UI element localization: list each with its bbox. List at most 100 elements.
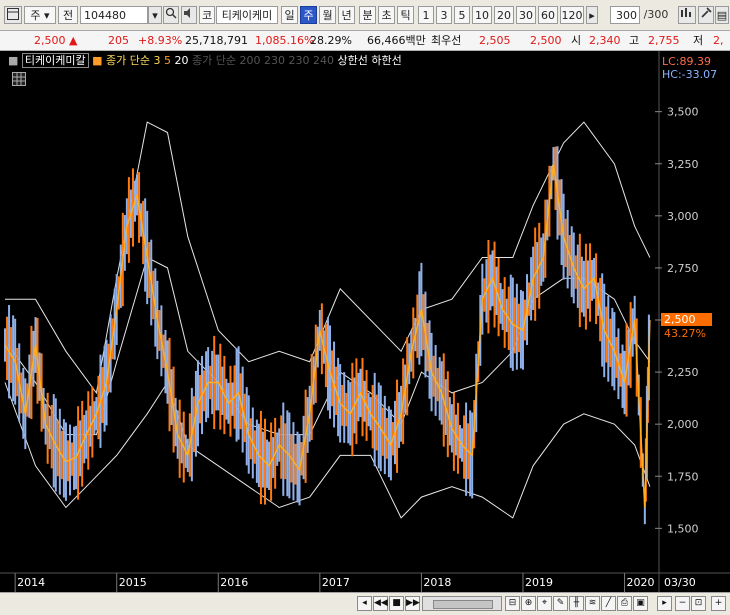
chart-area[interactable]: 3,500 3,250 3,000 2,750 2,500 2,250 2,000 1,750…	[0, 51, 730, 592]
zoom-fit-icon[interactable]: ⊟	[505, 596, 520, 611]
period-month[interactable]: 월	[319, 6, 336, 24]
print-icon[interactable]: ⎙	[617, 596, 632, 611]
legend-ma-label[interactable]: 종가 단순	[106, 54, 150, 67]
y-tick-label: 2,000	[667, 418, 699, 431]
current-price: 2,500	[34, 34, 66, 47]
period-day[interactable]: 일	[281, 6, 298, 24]
trade-amount: 66,466백만	[367, 34, 426, 47]
frame-icon	[7, 8, 19, 20]
magnify-icon[interactable]: ⊕	[521, 596, 536, 611]
legend-ma-3: 3	[153, 54, 161, 67]
legend-lower-limit[interactable]: 하한선	[371, 54, 401, 67]
indicator-settings-icon[interactable]	[678, 6, 696, 24]
drawing-tool-icon[interactable]: ✎	[553, 596, 568, 611]
x-tick-label: 2017	[322, 576, 350, 589]
interval-1[interactable]: 1	[418, 6, 434, 24]
period-year[interactable]: 년	[338, 6, 355, 24]
y-tick-label: 3,000	[667, 210, 699, 223]
y-tick-label: 3,250	[667, 158, 699, 171]
high-label: 고	[629, 34, 640, 47]
interval-120[interactable]: 120	[560, 6, 584, 24]
hc-value: HC:-33.07	[662, 68, 718, 81]
interval-20[interactable]: 20	[494, 6, 514, 24]
prev-page-icon[interactable]: ◀◀	[373, 596, 388, 611]
bottom-toolbar: ◂ ◀◀ ■ ▶▶ ⊟ ⊕ ⌖ ✎ ╫ ≋ ╱ ⎙ ▣ ▸ − ⊡ +	[0, 592, 730, 615]
chart-type-icon[interactable]: ╫	[569, 596, 584, 611]
count-input[interactable]: 300	[610, 6, 640, 24]
count-total: /300	[643, 8, 669, 21]
x-tick-label: 2020	[627, 576, 655, 589]
legend-bullet-ma: ■	[92, 54, 103, 67]
code-value: 104480	[84, 9, 126, 22]
interval-60[interactable]: 60	[538, 6, 558, 24]
legend-stock-name[interactable]: 티케이케미칼	[21, 53, 89, 68]
legend-bullet: ■	[8, 54, 19, 67]
scroll-left-icon[interactable]: ◂	[357, 596, 372, 611]
bid-price: 2,500	[530, 34, 562, 47]
code-dropdown-icon[interactable]: ▾	[148, 6, 162, 24]
lc-value: LC:89.39	[662, 55, 712, 68]
x-tick-label: 2019	[525, 576, 553, 589]
market-value: 주	[30, 9, 41, 22]
speaker-icon[interactable]	[181, 6, 197, 24]
legend-ma-5: 5	[164, 54, 172, 67]
market-select[interactable]: 주 ▾	[24, 6, 56, 24]
priority-label: 최우선	[431, 34, 462, 47]
compare-icon[interactable]: ≋	[585, 596, 600, 611]
change-arrow: ▲	[69, 34, 78, 47]
grid-icon[interactable]	[12, 72, 26, 86]
open-price: 2,340	[589, 34, 621, 47]
zoom-reset-icon[interactable]: ⊡	[691, 596, 706, 611]
interval-30[interactable]: 30	[516, 6, 536, 24]
interval-5[interactable]: 5	[454, 6, 470, 24]
low-label: 저	[693, 34, 704, 47]
next-page-icon[interactable]: ▶▶	[405, 596, 420, 611]
line-tool-icon[interactable]: ╱	[601, 596, 616, 611]
y-tick-label: 1,500	[667, 522, 699, 535]
x-tick-label: 2016	[220, 576, 248, 589]
tools-icon[interactable]	[698, 6, 714, 24]
end-date-label: 03/30	[664, 576, 696, 589]
market-dropdown[interactable]: 전	[58, 6, 78, 24]
zoom-in-icon[interactable]: +	[711, 596, 726, 611]
code-input[interactable]: 104480	[80, 6, 148, 24]
scroll-right-icon[interactable]: ▸	[657, 596, 672, 611]
legend-upper-limit[interactable]: 상한선	[337, 54, 367, 67]
period-week[interactable]: 주	[300, 6, 317, 24]
toolbar: 주 ▾ 전 104480 ▾ 코 티케이케미 일 주 월 년 분 초 틱 1 3…	[0, 0, 730, 31]
y-tick-label: 2,750	[667, 262, 699, 275]
y-tick-label: 1,750	[667, 470, 699, 483]
period-second[interactable]: 초	[378, 6, 395, 24]
zoom-out-icon[interactable]: −	[675, 596, 690, 611]
scrollbar-track[interactable]	[422, 596, 502, 611]
chart-window-icon[interactable]	[4, 6, 22, 24]
x-tick-label: 2015	[119, 576, 147, 589]
legend-ma-20: 20	[174, 54, 189, 67]
ask-price: 2,505	[479, 34, 511, 47]
stop-icon[interactable]: ■	[389, 596, 404, 611]
low-price: 2,	[713, 34, 724, 47]
code-tab[interactable]: 코	[199, 6, 215, 24]
interval-more-icon[interactable]: ▸	[586, 6, 598, 24]
volume: 25,718,791	[185, 34, 248, 47]
high-price: 2,755	[648, 34, 680, 47]
screen-icon[interactable]: ▤	[715, 6, 729, 24]
legend: ■ 티케이케미칼 ■ 종가 단순 3 5 20 종가 단순 200 230 23…	[8, 53, 402, 68]
volume-ratio: 1,085.16%	[255, 34, 315, 47]
search-icon[interactable]	[163, 6, 179, 24]
x-tick-label: 2014	[17, 576, 45, 589]
save-icon[interactable]: ▣	[633, 596, 648, 611]
x-tick-label: 2018	[423, 576, 451, 589]
lc-hc-box: LC:89.39 HC:-33.07	[662, 55, 717, 81]
period-tick[interactable]: 틱	[397, 6, 414, 24]
period-minute[interactable]: 분	[359, 6, 376, 24]
price-chart[interactable]: 3,500 3,250 3,000 2,750 2,500 2,250 2,000 1,750…	[0, 51, 730, 592]
turnover-rate: 28.29%	[310, 34, 352, 47]
stock-name-field[interactable]: 티케이케미	[216, 6, 278, 24]
quote-bar: 2,500 ▲ 205 +8.93% 25,718,791 1,085.16% …	[0, 31, 730, 51]
crosshair-icon[interactable]: ⌖	[537, 596, 552, 611]
interval-3[interactable]: 3	[436, 6, 452, 24]
scrollbar-thumb[interactable]	[433, 600, 493, 609]
interval-10[interactable]: 10	[472, 6, 492, 24]
current-percent-tag: 43.27%	[664, 327, 706, 340]
